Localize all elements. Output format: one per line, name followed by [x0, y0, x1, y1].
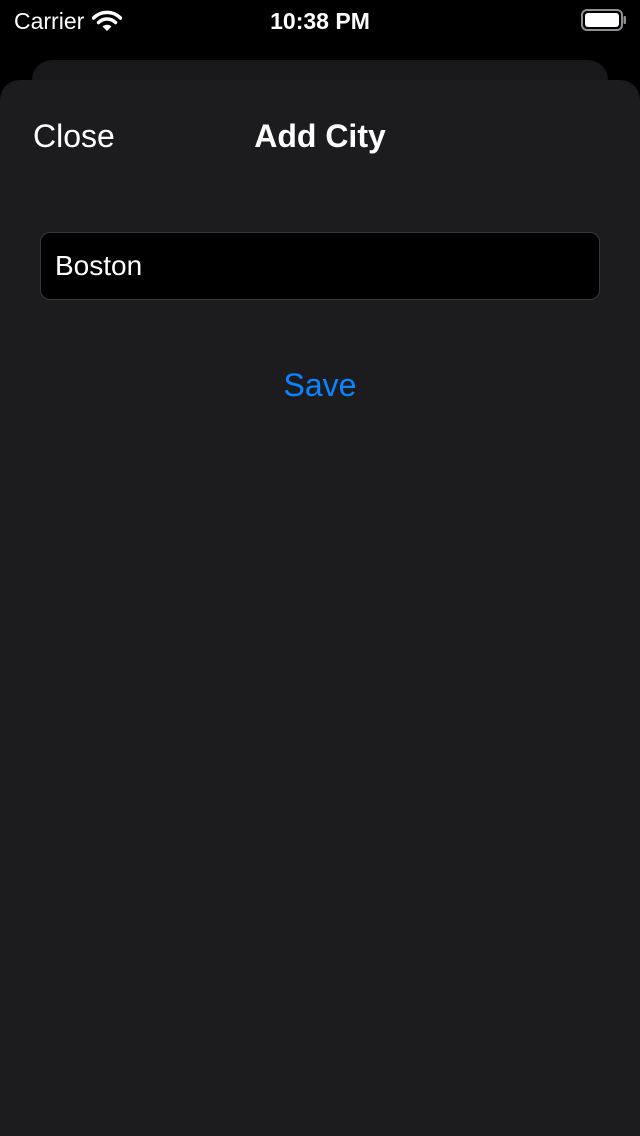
page-title: Add City: [254, 118, 386, 154]
battery-icon: [581, 9, 626, 31]
status-bar: Carrier 10:38 PM: [0, 0, 640, 40]
add-city-sheet: Close Add City Save: [0, 80, 640, 1136]
status-time: 10:38 PM: [270, 8, 370, 34]
screen: Carrier 10:38 PM Close Add City Save: [0, 0, 640, 1136]
city-name-input[interactable]: [40, 232, 600, 300]
save-button[interactable]: Save: [220, 363, 420, 407]
